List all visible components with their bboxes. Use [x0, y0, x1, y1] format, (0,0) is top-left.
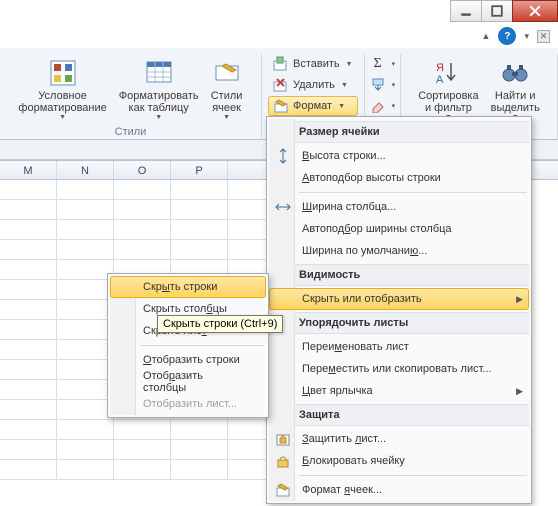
format-button[interactable]: Формат▼: [268, 96, 358, 116]
chevron-down-icon: ▾: [392, 102, 396, 110]
lock-icon: [274, 452, 292, 470]
column-header[interactable]: O: [114, 161, 171, 179]
menu-item-lock-cell[interactable]: Блокировать ячейку: [269, 450, 529, 472]
chevron-down-icon: ▼: [223, 114, 230, 121]
menu-separator: [299, 475, 527, 476]
submenu-item-unhide-rows[interactable]: Отобразить строки: [110, 349, 266, 371]
menu-heading-size: Размер ячейки: [269, 121, 529, 143]
format-icon: [273, 98, 289, 114]
window-close-button[interactable]: [512, 0, 558, 22]
format-cells-icon: [274, 481, 292, 499]
row-height-icon: [274, 147, 292, 165]
menu-item-row-height[interactable]: Высота строки...: [269, 145, 529, 167]
ribbon-help-row: ▲ ? ▾ ✕: [482, 27, 550, 45]
menu-label: ирина столбца...: [312, 201, 396, 213]
sort-filter-button[interactable]: ЯА Сортировка и фильтр ▼: [414, 54, 482, 124]
submenu-arrow-icon: ▶: [516, 294, 523, 305]
menu-item-default-width[interactable]: Ширина по умолчанию...: [269, 240, 529, 262]
chevron-down-icon: ▼: [155, 114, 162, 121]
menu-item-tab-color[interactable]: Цвет ярлычка ▶: [269, 380, 529, 402]
menu-item-move-copy[interactable]: Переместить или скопировать лист...: [269, 358, 529, 380]
column-header[interactable]: P: [171, 161, 228, 179]
pane-close-icon[interactable]: ✕: [537, 30, 550, 43]
menu-item-hide-unhide[interactable]: Скрыть или отобразить ▶: [269, 288, 529, 310]
menu-heading-protect: Защита: [269, 404, 529, 426]
sort-filter-icon: ЯА: [432, 57, 464, 89]
menu-item-autofit-row[interactable]: Автоподбор высоты строки: [269, 167, 529, 189]
column-header[interactable]: M: [0, 161, 57, 179]
help-icon[interactable]: ?: [498, 27, 516, 45]
delete-button[interactable]: Удалить▼: [268, 75, 358, 95]
insert-cells-icon: [273, 56, 289, 72]
menu-heading-visibility: Видимость: [269, 264, 529, 286]
fill-button[interactable]: ▾: [367, 75, 399, 95]
menu-item-format-cells[interactable]: Формат ячеек...: [269, 479, 529, 501]
menu-separator: [299, 192, 527, 193]
eraser-icon: [370, 98, 386, 114]
sigma-icon: Σ: [370, 56, 386, 72]
group-title-styles: Стили: [6, 125, 255, 138]
window-maximize-button[interactable]: [481, 0, 513, 22]
table-icon: [143, 57, 175, 89]
chevron-down-icon: ▼: [338, 103, 345, 110]
tooltip: Скрыть строки (Ctrl+9): [157, 315, 283, 333]
menu-label: втоподбор высоты строки: [309, 172, 440, 184]
col-width-icon: [274, 198, 292, 216]
menu-item-autofit-col[interactable]: Автоподбор ширины столбца: [269, 218, 529, 240]
submenu-item-hide-rows[interactable]: Скрыть строки: [110, 276, 266, 298]
ribbon-collapse-icon[interactable]: ▲: [482, 31, 491, 41]
submenu-item-unhide-cols[interactable]: Отобразить столбцы: [110, 371, 266, 393]
format-as-table-button[interactable]: Форматировать как таблицу ▼: [115, 54, 203, 124]
ribbon-group-styles: Условное форматирование ▼ Форматировать …: [0, 54, 262, 140]
svg-text:Я: Я: [436, 62, 444, 74]
menu-separator: [140, 345, 264, 346]
menu-item-col-width[interactable]: Ширина столбца...: [269, 196, 529, 218]
format-menu: Размер ячейки Высота строки... Автоподбо…: [266, 116, 532, 504]
chevron-down-icon: ▾: [392, 60, 396, 68]
cell-styles-icon: [211, 57, 243, 89]
conditional-formatting-button[interactable]: Условное форматирование ▼: [14, 54, 110, 124]
clear-button[interactable]: ▾: [367, 96, 399, 116]
find-select-button[interactable]: Найти и выделить ▼: [487, 54, 544, 124]
fill-down-icon: [370, 77, 386, 93]
submenu-arrow-icon: ▶: [516, 386, 523, 397]
chevron-down-icon: ▾: [392, 81, 396, 89]
protect-sheet-icon: [274, 430, 292, 448]
svg-text:А: А: [436, 74, 444, 86]
chevron-down-icon: ▼: [346, 61, 353, 68]
window-controls: [451, 0, 558, 22]
insert-button[interactable]: Вставить▼: [268, 54, 358, 74]
chevron-down-icon: ▼: [59, 114, 66, 121]
menu-item-protect-sheet[interactable]: Защитить лист...: [269, 428, 529, 450]
conditional-formatting-icon: [47, 57, 79, 89]
chevron-down-icon: ▼: [341, 82, 348, 89]
help-dropdown-icon[interactable]: ▾: [524, 31, 529, 42]
window-minimize-button[interactable]: [450, 0, 482, 22]
delete-cells-icon: [273, 77, 289, 93]
autosum-button[interactable]: Σ▾: [367, 54, 399, 74]
menu-item-rename-sheet[interactable]: Переименовать лист: [269, 336, 529, 358]
hide-unhide-submenu: Скрыть строки Скрыть столбцы Скрыть лист…: [107, 273, 269, 418]
menu-label: ысота строки...: [309, 150, 385, 162]
submenu-item-unhide-sheet: Отобразить лист...: [110, 393, 266, 415]
menu-heading-organize: Упорядочить листы: [269, 312, 529, 334]
cell-styles-button[interactable]: Стили ячеек ▼: [207, 54, 247, 124]
column-header[interactable]: N: [57, 161, 114, 179]
binoculars-icon: [499, 57, 531, 89]
